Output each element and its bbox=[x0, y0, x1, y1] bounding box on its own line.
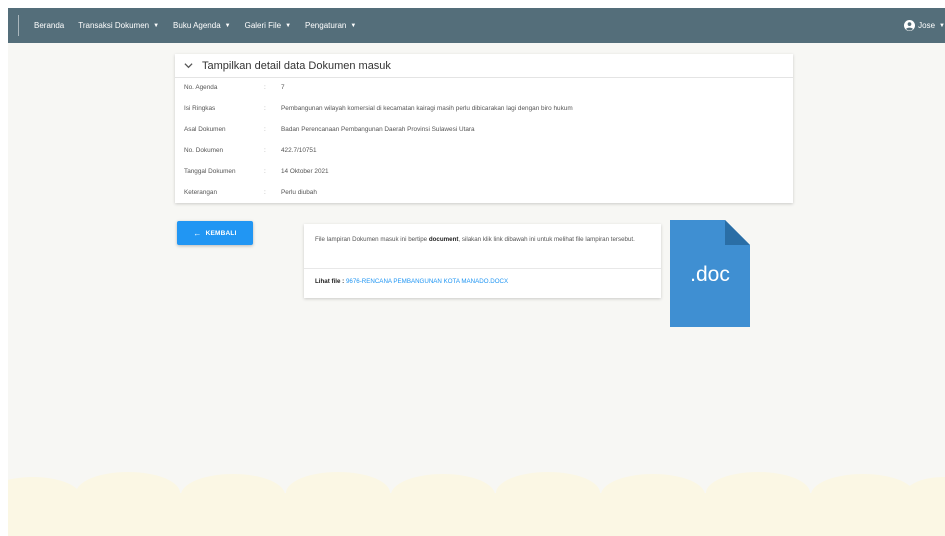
caret-down-icon: ▼ bbox=[153, 22, 160, 29]
document-detail-card: Tampilkan detail data Dokumen masuk No. … bbox=[175, 54, 793, 203]
nav-item-beranda[interactable]: Beranda bbox=[34, 21, 64, 30]
cloud-decoration bbox=[8, 472, 945, 536]
row-value: 14 Oktober 2021 bbox=[281, 168, 329, 175]
attachment-description: File lampiran Dokumen masuk ini bertipe … bbox=[315, 235, 655, 245]
nav-item-label: Beranda bbox=[34, 21, 65, 30]
nav-item-buku-agenda[interactable]: Buku Agenda ▼ bbox=[173, 21, 231, 30]
nav-item-label: Transaksi Dokumen bbox=[78, 21, 150, 30]
row-label: Tanggal Dokumen bbox=[184, 168, 236, 175]
row-value: Pembangunan wilayah komersial di kecamat… bbox=[281, 105, 573, 112]
row-colon: : bbox=[264, 105, 266, 112]
row-colon: : bbox=[264, 126, 266, 133]
nav-separator bbox=[18, 15, 19, 36]
row-label: No. Dokumen bbox=[184, 147, 224, 154]
row-label: Asal Dokumen bbox=[184, 126, 226, 133]
nav-item-label: Pengaturan bbox=[305, 21, 347, 30]
doc-file-label: .doc bbox=[690, 263, 730, 286]
row-colon: : bbox=[264, 147, 266, 154]
detail-row-asal-dokumen: Asal Dokumen : Badan Perencanaan Pembang… bbox=[175, 119, 793, 140]
user-menu[interactable]: Jose ▼ bbox=[904, 8, 945, 43]
chevron-down-icon bbox=[184, 63, 193, 69]
row-colon: : bbox=[264, 189, 266, 196]
divider bbox=[304, 268, 661, 269]
back-button[interactable]: ← KEMBALI bbox=[177, 221, 253, 245]
page: Beranda Transaksi Dokumen ▼ Buku Agenda … bbox=[8, 8, 945, 536]
back-button-label: KEMBALI bbox=[205, 229, 237, 237]
arrow-left-icon: ← bbox=[193, 228, 202, 238]
user-name: Jose bbox=[918, 21, 936, 30]
nav-item-transaksi-dokumen[interactable]: Transaksi Dokumen ▼ bbox=[78, 21, 159, 30]
row-value: 422.7/10751 bbox=[281, 147, 317, 154]
detail-card-header[interactable]: Tampilkan detail data Dokumen masuk bbox=[175, 54, 793, 78]
attachment-link-row: Lihat file : 9676-RENCANA PEMBANGUNAN KO… bbox=[315, 278, 508, 285]
row-label: Isi Ringkas bbox=[184, 105, 216, 112]
row-value: Badan Perencanaan Pembangunan Daerah Pro… bbox=[281, 126, 475, 133]
caret-down-icon: ▼ bbox=[939, 22, 945, 29]
row-value: Perlu diubah bbox=[281, 189, 317, 196]
row-value: 7 bbox=[281, 84, 285, 91]
detail-row-isi-ringkas: Isi Ringkas : Pembangunan wilayah komers… bbox=[175, 98, 793, 119]
attachment-info-card: File lampiran Dokumen masuk ini bertipe … bbox=[304, 224, 661, 298]
detail-row-no-agenda: No. Agenda : 7 bbox=[175, 77, 793, 98]
nav-menu: Beranda Transaksi Dokumen ▼ Buku Agenda … bbox=[34, 8, 370, 43]
nav-item-label: Galeri File bbox=[244, 21, 282, 30]
caret-down-icon: ▼ bbox=[285, 22, 292, 29]
row-colon: : bbox=[264, 168, 266, 175]
row-label: No. Agenda bbox=[184, 84, 218, 91]
nav-item-pengaturan[interactable]: Pengaturan ▼ bbox=[305, 21, 356, 30]
top-navbar: Beranda Transaksi Dokumen ▼ Buku Agenda … bbox=[8, 8, 945, 43]
account-circle-icon bbox=[904, 20, 916, 31]
row-colon: : bbox=[264, 84, 266, 91]
attachment-text-after: , silakan klik link dibawah ini untuk me… bbox=[458, 236, 635, 243]
nav-item-label: Buku Agenda bbox=[173, 21, 221, 30]
detail-row-no-dokumen: No. Dokumen : 422.7/10751 bbox=[175, 140, 793, 161]
detail-row-tanggal-dokumen: Tanggal Dokumen : 14 Oktober 2021 bbox=[175, 161, 793, 182]
row-label: Keterangan bbox=[184, 189, 218, 196]
attachment-file-link[interactable]: 9676-RENCANA PEMBANGUNAN KOTA MANADO.DOC… bbox=[346, 278, 508, 285]
view-file-label: Lihat file : bbox=[315, 278, 345, 285]
attachment-type: document bbox=[428, 236, 459, 243]
detail-card-title: Tampilkan detail data Dokumen masuk bbox=[202, 59, 391, 72]
attachment-text-before: File lampiran Dokumen masuk ini bertipe bbox=[315, 236, 429, 243]
detail-row-keterangan: Keterangan : Perlu diubah bbox=[175, 182, 793, 203]
nav-item-galeri-file[interactable]: Galeri File ▼ bbox=[245, 21, 291, 30]
doc-file-icon: .doc bbox=[670, 220, 750, 327]
caret-down-icon: ▼ bbox=[350, 22, 357, 29]
caret-down-icon: ▼ bbox=[224, 22, 231, 29]
